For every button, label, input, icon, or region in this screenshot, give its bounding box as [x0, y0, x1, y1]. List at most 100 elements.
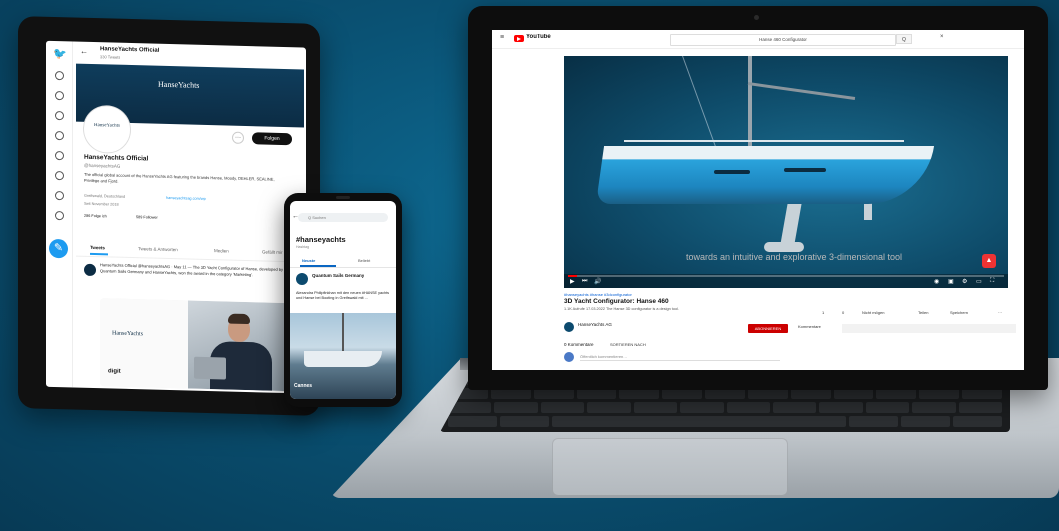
profile-link[interactable]: hanseyachtsag.com/wp [166, 196, 206, 201]
video-title: 3D Yacht Configurator: Hanse 460 [564, 298, 669, 305]
search-button[interactable]: Q [896, 34, 912, 44]
post-author[interactable]: Quantum Sails Germany [312, 273, 364, 278]
progress-fill [568, 275, 577, 277]
media-photo [188, 300, 292, 392]
tweet-avatar[interactable] [84, 263, 96, 277]
video-actions: 1 0 Teilen Speichern Nicht mögen ··· [822, 310, 1022, 320]
notification-bell-icon[interactable]: ▲ [982, 254, 996, 268]
tab-popular[interactable]: Beliebt [358, 258, 370, 263]
next-icon[interactable]: ⏭ [582, 278, 587, 285]
laptop-screen: ≡ YouTube Hanse 460 Configurator Q × tow… [492, 30, 1024, 370]
post-text: Alexandra Philipfinkhan mit den neuen #H… [296, 291, 390, 300]
tab-replies[interactable]: Tweets & Antworten [138, 246, 178, 252]
profile-icon[interactable] [55, 191, 64, 201]
subscribe-button[interactable]: ABONNIEREN [748, 324, 788, 333]
youtube-logo-text[interactable]: YouTube [526, 34, 551, 40]
miniplayer-icon[interactable]: ▭ [976, 278, 982, 285]
related-field[interactable] [842, 324, 1016, 333]
keyboard-row [440, 402, 1010, 413]
post-avatar[interactable] [296, 273, 308, 285]
like-button[interactable]: 1 [822, 310, 824, 315]
twitter-sidebar: 🐦 ✎ [46, 40, 73, 388]
youtube-play-icon [517, 36, 521, 41]
captions-icon[interactable]: ▣ [948, 278, 954, 285]
progress-bar[interactable] [568, 275, 1004, 277]
post-image[interactable]: Cannes [290, 313, 396, 399]
settings-icon[interactable]: ⚙ [962, 278, 967, 285]
profile-location: Greifswald, Deutschland [84, 193, 126, 199]
hashtag-icon[interactable] [55, 91, 64, 101]
video-caption: towards an intuitive and explorative 3-d… [685, 252, 903, 262]
following-count[interactable]: 286 Folge ich [84, 214, 107, 219]
video-hashtags[interactable]: #hanseyachts #hanse #3dconfigurator [564, 292, 632, 297]
hull-window [784, 168, 826, 172]
avatar-logo: HanseYachts [94, 123, 120, 129]
follow-button[interactable]: Folgen [252, 132, 292, 146]
volume-icon[interactable]: 🔊 [594, 278, 601, 285]
followers-count[interactable]: 589 Follower [136, 215, 158, 220]
home-icon[interactable] [55, 71, 64, 81]
profile-joined: Seit November 2018 [84, 201, 119, 207]
sort-comments-button[interactable]: SORTIEREN NACH [610, 342, 646, 347]
video-player[interactable]: towards an intuitive and explorative 3-d… [564, 56, 1008, 288]
tweet-media[interactable]: HanseYachts digit [100, 298, 292, 392]
yacht-hull [595, 146, 935, 204]
comment-input[interactable]: Öffentlich kommentieren… [580, 354, 780, 361]
phone-speaker [336, 196, 350, 199]
more-actions-button[interactable]: ··· [998, 310, 1002, 315]
back-arrow-icon[interactable]: ← [80, 47, 88, 56]
tab-likes[interactable]: Gefällt mir [262, 249, 283, 255]
fullscreen-icon[interactable]: ⛶ [990, 278, 994, 285]
tweet-text: HanseYachts Official @hanseyachtsAG · Ma… [100, 262, 284, 277]
keel-bulb [764, 242, 804, 252]
profile-header-count: 330 Tweets [100, 54, 121, 60]
bell-icon[interactable] [55, 111, 64, 121]
yacht-mast [342, 313, 344, 353]
avatar[interactable]: HanseYachts [84, 105, 130, 153]
twitter-profile: ← HanseYachts Official 330 Tweets HanseY… [76, 42, 304, 394]
hamburger-menu-icon[interactable]: ≡ [500, 34, 504, 41]
hashtag-subtitle: Hashtag [296, 245, 310, 249]
mail-icon[interactable] [55, 131, 64, 141]
youtube-header: ≡ YouTube Hanse 460 Configurator Q × [492, 30, 1024, 49]
compose-tweet-button[interactable]: ✎ [49, 238, 68, 259]
video-description: 1.1K Aufrufe 17.03.2022 The Hanse 3D con… [564, 307, 679, 311]
rigging-line [682, 56, 716, 147]
save-button[interactable]: Speichern [950, 310, 968, 315]
laptop-lid: ≡ YouTube Hanse 460 Configurator Q × tow… [468, 6, 1048, 390]
dislike-label[interactable]: Nicht mögen [862, 310, 884, 315]
media-brand: digit [108, 368, 121, 375]
more-options-button[interactable]: ··· [232, 131, 244, 144]
comments-count: 0 Kommentare [564, 342, 594, 347]
more-icon[interactable] [55, 211, 64, 221]
list-icon[interactable] [55, 171, 64, 181]
bookmark-icon[interactable] [55, 151, 64, 161]
search-input[interactable]: Hanse 460 Configurator [670, 34, 896, 46]
share-button[interactable]: Teilen [918, 310, 928, 315]
laptop-trackpad[interactable] [552, 438, 788, 496]
dislike-button[interactable]: 0 [842, 310, 844, 315]
image-caption: Cannes [294, 383, 313, 389]
play-icon[interactable]: ▶ [570, 278, 575, 285]
tab-media[interactable]: Medien [214, 248, 229, 253]
user-avatar [564, 352, 574, 362]
close-icon[interactable]: × [940, 34, 944, 40]
channel-avatar[interactable] [564, 322, 574, 332]
phone-device: ← Q Suchen #hanseyachts Hashtag Neuste B… [284, 193, 402, 407]
search-input[interactable]: Q Suchen [298, 213, 388, 222]
video-controls: ▶ ⏭ 🔊 ◉ ▣ ⚙ ▭ ⛶ [564, 274, 1008, 288]
channel-name[interactable]: HanseYachts AG [578, 322, 612, 327]
hull-window [714, 170, 750, 174]
banner-logo: HanseYachts [158, 79, 200, 90]
keyboard-row [440, 416, 1010, 427]
tab-tweets[interactable]: Tweets [90, 245, 105, 250]
tablet-device: 🐦 ✎ ← HanseYachts Official 330 Tweets Ha… [18, 16, 320, 416]
autoplay-icon[interactable]: ◉ [934, 278, 939, 285]
twitter-bird-icon[interactable]: 🐦 [53, 47, 67, 60]
keel [780, 202, 802, 246]
mast [748, 56, 752, 146]
tab-newest[interactable]: Neuste [302, 258, 315, 263]
profile-tabs: Tweets Tweets & Antworten Medien Gefällt… [76, 241, 304, 263]
profile-header-name: HanseYachts Official [100, 46, 160, 54]
hashtag-title: #hanseyachts [296, 235, 346, 244]
